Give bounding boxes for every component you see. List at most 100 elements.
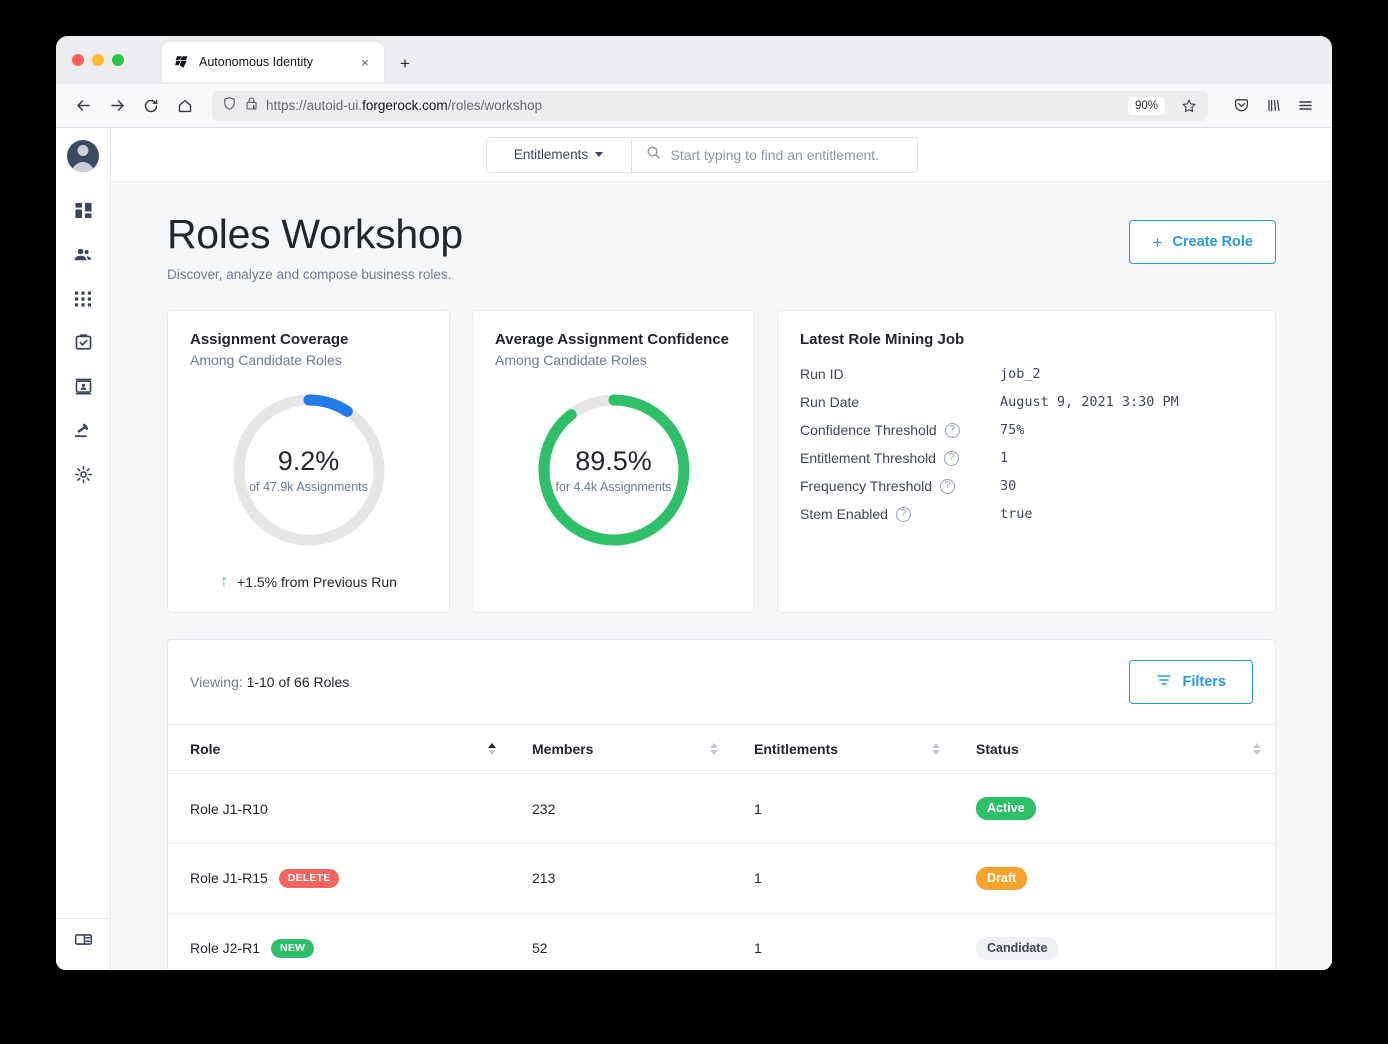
back-arrow-icon[interactable] — [68, 91, 98, 121]
filters-button[interactable]: Filters — [1129, 660, 1253, 705]
table-head: Role Members Entitlements Status — [168, 725, 1275, 775]
coverage-donut-chart: 9.2% of 47.9k Assignments — [229, 390, 389, 550]
row-label: Frequency Threshold ? — [800, 478, 1000, 494]
forward-arrow-icon[interactable] — [102, 91, 132, 121]
mining-job-row: Run Date August 9, 2021 3:30 PM — [800, 394, 1253, 410]
column-label: Members — [532, 741, 594, 758]
help-icon[interactable]: ? — [895, 506, 911, 522]
table-row[interactable]: Role J2-R1 NEW 52 1 Candidate — [168, 913, 1275, 970]
row-value: 75% — [1000, 422, 1025, 439]
help-icon[interactable]: ? — [944, 422, 960, 438]
left-nav-rail — [56, 128, 111, 970]
sort-toggle-status[interactable] — [1253, 743, 1261, 756]
table-row[interactable]: Role J1-R10 232 1 Active — [168, 773, 1275, 844]
sidebar-item-certifications[interactable] — [64, 326, 102, 364]
reload-icon[interactable] — [136, 91, 166, 121]
pocket-icon[interactable] — [1226, 91, 1256, 121]
create-role-button[interactable]: + Create Role — [1129, 220, 1276, 264]
row-value: 30 — [1000, 478, 1017, 495]
search-icon — [646, 145, 661, 165]
column-header-members[interactable]: Members — [510, 725, 732, 775]
cell-status: Draft — [954, 843, 1275, 914]
cell-members: 52 — [510, 913, 732, 970]
page-header: Roles Workshop Discover, analyze and com… — [167, 211, 1276, 283]
cell-role: Role J1-R10 — [168, 773, 510, 844]
url-text[interactable]: https://autoid-ui.forgerock.com/roles/wo… — [266, 98, 1121, 113]
confidence-donut-center: 89.5% for 4.4k Assignments — [534, 390, 694, 550]
column-label: Status — [976, 741, 1019, 758]
assignment-confidence-card: Average Assignment Confidence Among Cand… — [472, 310, 755, 614]
maximize-window-button[interactable] — [112, 54, 124, 66]
browser-toolbar-right — [1226, 91, 1320, 121]
shield-icon[interactable] — [222, 96, 237, 116]
sort-toggle-members[interactable] — [710, 743, 718, 756]
mining-job-row: Stem Enabled ? true — [800, 506, 1253, 522]
avatar[interactable] — [67, 140, 99, 172]
create-role-label: Create Role — [1172, 234, 1253, 250]
toggle-sidebar-button[interactable] — [64, 923, 102, 961]
search-input[interactable]: Start typing to find an entitlement. — [631, 136, 918, 173]
role-tag-new: NEW — [271, 938, 315, 958]
sidebar-toggle-icon — [74, 930, 93, 954]
tab-strip: Autonomous Identity × + — [56, 36, 1332, 84]
search-scope-select[interactable]: Entitlements — [485, 136, 632, 173]
close-window-button[interactable] — [72, 54, 84, 66]
app-header: Entitlements Start typing to find an ent… — [111, 128, 1332, 182]
mining-job-rows: Run ID job_2 Run Date August 9, 2021 3:3… — [800, 366, 1253, 522]
sort-toggle-role[interactable] — [488, 743, 496, 756]
confidence-donut-chart: 89.5% for 4.4k Assignments — [534, 390, 694, 550]
url-bar[interactable]: https://autoid-ui.forgerock.com/roles/wo… — [212, 90, 1208, 121]
card-subtitle: Among Candidate Roles — [495, 352, 647, 369]
status-badge: Draft — [976, 866, 1028, 890]
sidebar-item-users[interactable] — [64, 238, 102, 276]
mining-job-row: Entitlement Threshold ? 1 — [800, 450, 1253, 466]
sidebar-item-dashboard[interactable] — [64, 194, 102, 232]
viewing-summary: Viewing: 1-10 of 66 Roles — [190, 674, 349, 690]
zoom-level-indicator[interactable]: 90% — [1127, 96, 1165, 115]
sidebar-item-applications[interactable] — [64, 282, 102, 320]
hamburger-menu-icon[interactable] — [1290, 91, 1320, 121]
help-icon[interactable]: ? — [943, 450, 959, 466]
page-subtitle: Discover, analyze and compose business r… — [167, 267, 452, 283]
roles-table: Role Members Entitlements Status Role J1… — [168, 725, 1275, 970]
cell-members: 213 — [510, 843, 732, 914]
minimize-window-button[interactable] — [92, 54, 104, 66]
coverage-caption: of 47.9k Assignments — [249, 480, 368, 495]
cell-members: 232 — [510, 773, 732, 844]
close-icon[interactable]: × — [356, 53, 374, 71]
column-header-entitlements[interactable]: Entitlements — [732, 725, 954, 775]
sidebar-item-settings[interactable] — [64, 458, 102, 496]
search-scope-label: Entitlements — [513, 147, 589, 162]
row-label: Entitlement Threshold ? — [800, 450, 1000, 466]
cell-role: Role J1-R15 DELETE — [168, 843, 510, 914]
grid-icon — [74, 290, 92, 313]
card-title: Latest Role Mining Job — [800, 331, 965, 349]
role-name[interactable]: Role J1-R10 — [190, 801, 268, 817]
star-icon[interactable] — [1176, 93, 1202, 119]
row-label: Stem Enabled ? — [800, 506, 1000, 522]
role-name[interactable]: Role J2-R1 — [190, 940, 260, 956]
filter-icon — [1156, 672, 1172, 692]
help-icon[interactable]: ? — [940, 478, 956, 494]
browser-window: Autonomous Identity × + https://autoid-u… — [56, 36, 1332, 970]
mining-job-row: Frequency Threshold ? 30 — [800, 478, 1253, 494]
card-subtitle: Among Candidate Roles — [190, 352, 342, 369]
sort-toggle-entitlements[interactable] — [932, 743, 940, 756]
column-header-role[interactable]: Role — [168, 725, 510, 775]
browser-tab[interactable]: Autonomous Identity × — [162, 42, 384, 82]
library-icon[interactable] — [1258, 91, 1288, 121]
role-tag-delete: DELETE — [278, 868, 340, 888]
role-name[interactable]: Role J1-R15 — [190, 870, 268, 886]
sidebar-item-governance[interactable] — [64, 414, 102, 452]
new-tab-button[interactable]: + — [394, 52, 416, 74]
column-header-status[interactable]: Status — [954, 725, 1275, 775]
page-heading-block: Roles Workshop Discover, analyze and com… — [167, 211, 463, 283]
column-label: Role — [190, 741, 221, 758]
table-row[interactable]: Role J1-R15 DELETE 213 1 Draft — [168, 843, 1275, 914]
sidebar-item-identities[interactable] — [64, 370, 102, 408]
lock-warning-icon[interactable] — [244, 96, 259, 116]
home-icon[interactable] — [170, 91, 200, 121]
row-value: job_2 — [1000, 366, 1041, 383]
plus-icon: + — [1152, 232, 1163, 252]
status-badge: Active — [976, 797, 1036, 820]
